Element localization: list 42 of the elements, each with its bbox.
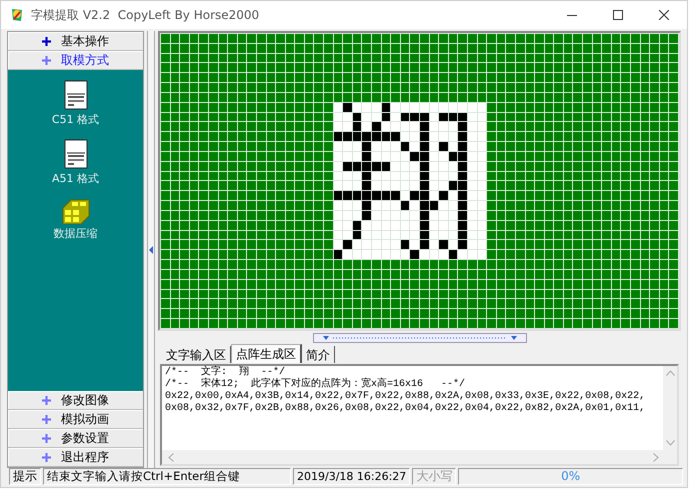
scroll-right-icon	[653, 452, 659, 462]
dot-matrix-grid[interactable]	[160, 33, 679, 329]
output-line: /*-- 宋体12; 此字体下对应的点阵为：宽x高=16x16 --*/	[165, 379, 466, 391]
plus-icon	[42, 36, 51, 46]
scroll-down-icon	[666, 440, 674, 446]
output-line: 0x22,0x00,0xA4,0x3B,0x14,0x22,0x7F,0x22,0x88,0x2A,0x08,0x33,0x3E,0x22,0x08,0x22,	[165, 391, 646, 403]
document-icon	[64, 80, 88, 110]
caps-lock-indicator: 大小写	[412, 468, 456, 485]
sidebar-item[interactable]: 参数设置	[8, 429, 143, 448]
status-label: 提示	[9, 468, 41, 485]
plus-icon	[42, 434, 51, 442]
plus-icon	[42, 414, 51, 424]
tool-label: C51 格式	[52, 112, 100, 127]
collapse-arrow-icon	[148, 244, 154, 256]
status-message: 结束文字输入请按Ctrl+Enter组合键	[43, 468, 291, 485]
sidebar-item[interactable]: 退出程序	[8, 448, 143, 467]
plus-icon	[42, 56, 51, 64]
cube-icon	[60, 198, 90, 224]
document-icon	[64, 139, 88, 169]
status-datetime: 2019/3/18 16:26:27	[293, 468, 410, 485]
tool-label: 数据压缩	[54, 226, 98, 241]
progress-text: 0%	[458, 468, 683, 485]
tab[interactable]: 点阵生成区	[231, 344, 302, 363]
scroll-left-icon	[168, 452, 174, 462]
output-text-area[interactable]	[160, 364, 679, 466]
scroll-up-icon	[666, 370, 674, 376]
close-icon	[659, 10, 669, 20]
output-line: 0x08,0x32,0x7F,0x2B,0x88,0x26,0x08,0x22,0x04,0x22,0x04,0x22,0x82,0x2A,0x01,0x11,	[165, 403, 646, 415]
tool-button[interactable]: A51 格式	[52, 139, 100, 186]
tool-button[interactable]: C51 格式	[52, 80, 100, 127]
output-line: /*-- 文字: 翔 --*/	[165, 367, 286, 378]
sidebar-item[interactable]: 基本操作	[8, 32, 143, 51]
sidebar-item[interactable]: 模拟动画	[8, 410, 143, 429]
plus-icon	[42, 396, 51, 404]
window-title: 字模提取 V2.2 CopyLeft By Horse2000	[31, 6, 260, 24]
sidebar-item[interactable]: 修改图像	[8, 391, 143, 410]
tool-label: A51 格式	[52, 171, 100, 186]
plus-icon	[42, 452, 51, 462]
sidebar-item[interactable]: 取模方式	[8, 51, 143, 70]
tool-button[interactable]: 数据压缩	[54, 198, 98, 241]
maximize-icon	[613, 10, 623, 20]
app-icon	[9, 7, 25, 23]
